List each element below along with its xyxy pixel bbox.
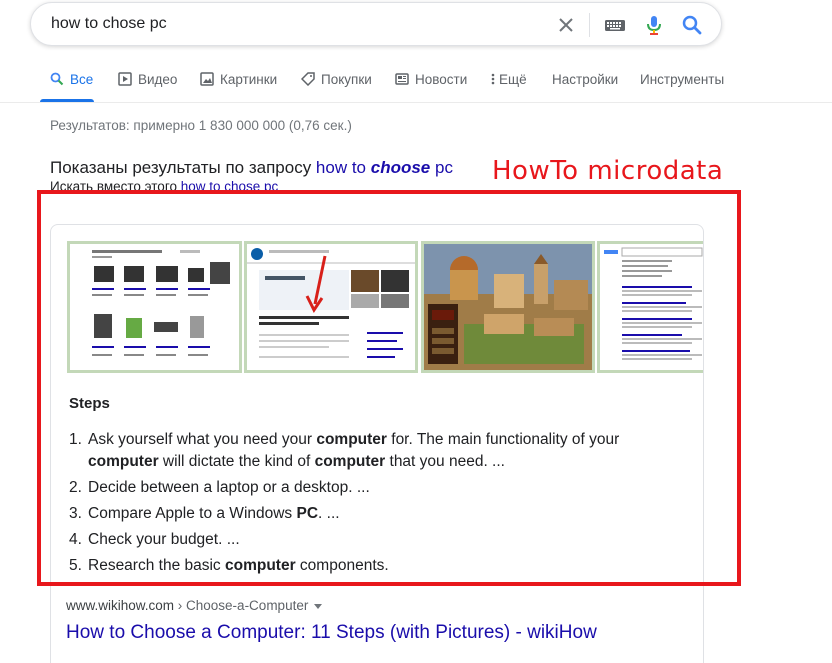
video-icon [118,72,132,86]
search-results-page: how to chose pc Все Видео Картинки Покуп… [0,0,832,663]
tab-label: Инструменты [640,72,725,87]
search-icon[interactable] [681,14,703,36]
tab-images[interactable]: Картинки [200,66,277,102]
corrected-query-part: how to [315,158,371,177]
steps-heading: Steps [69,395,110,412]
result-url[interactable]: www.wikihow.com › Choose-a-Computer [66,598,323,613]
search-box[interactable]: how to chose pc [30,2,722,46]
spell-correction: Показаны результаты по запросу how to ch… [50,158,453,178]
tab-settings[interactable]: Настройки [552,66,618,102]
tab-label: Покупки [321,72,372,87]
step-item: 4. Check your budget. ... [69,529,679,551]
news-icon [395,72,409,86]
microphone-icon[interactable] [643,14,665,36]
tab-news[interactable]: Новости [395,66,467,102]
tab-tools[interactable]: Инструменты [640,66,724,102]
result-domain: www.wikihow.com [66,598,175,613]
corrected-query-part: pc [430,158,453,177]
chevron-down-icon[interactable] [314,603,323,609]
step-text: components. [295,557,389,574]
keyboard-icon[interactable] [603,14,627,36]
step-number: 1. [69,431,82,448]
step-text: Research the basic [88,557,225,574]
step-number: 4. [69,531,82,548]
step-text: Ask yourself what you need your [88,431,317,448]
tab-video[interactable]: Видео [118,66,177,102]
clear-icon[interactable] [555,14,577,36]
step-keyword: PC [296,505,319,522]
image-icon [200,72,214,86]
search-instead: Искать вместо этого how to chose pc [50,179,278,191]
step-text: . ... [318,505,340,522]
steps-list: 1. Ask yourself what you need your comput… [69,429,679,581]
step-item: 5. Research the basic computer components… [69,555,679,577]
thumbnail-image[interactable] [244,241,418,373]
step-item: 2. Decide between a laptop or a desktop. … [69,477,679,499]
image-carousel [67,241,703,375]
original-query-link[interactable]: how to chose pc [181,179,279,191]
tab-label: Ещё [499,72,527,87]
step-item: 1. Ask yourself what you need your comput… [69,429,679,473]
step-keyword: computer [316,431,387,448]
showing-prefix: Показаны результаты по запросу [50,158,316,177]
step-item: 3. Compare Apple to a Windows PC. ... [69,503,679,525]
step-text: Decide between a laptop or a desktop. ..… [88,479,370,496]
step-text: that you need. ... [385,453,505,470]
instead-prefix: Искать вместо этого [50,179,181,191]
annotation-label: HowTo microdata [492,156,724,186]
more-vert-icon [490,72,496,86]
thumbnail-image[interactable] [67,241,242,373]
search-input[interactable]: how to chose pc [51,15,167,33]
result-stats: Результатов: примерно 1 830 000 000 (0,7… [50,118,352,133]
tab-label: Новости [415,72,468,87]
tab-more[interactable]: Ещё [490,66,527,102]
step-text: Check your budget. ... [88,531,240,548]
tabs-divider [0,102,832,103]
step-text: for. The main functionality of your [386,431,620,448]
corrected-word: choose [370,158,431,177]
thumbnail-image[interactable] [421,241,595,373]
tab-label: Все [70,72,94,87]
tab-all[interactable]: Все [40,66,94,102]
step-keyword: computer [88,453,159,470]
tab-shopping[interactable]: Покупки [300,66,372,102]
step-text: Compare Apple to a Windows [88,505,297,522]
tab-label: Картинки [220,72,278,87]
step-keyword: computer [314,453,386,470]
tab-label: Видео [138,72,178,87]
result-breadcrumb: › Choose-a-Computer [174,598,309,613]
tag-icon [300,72,315,87]
search-icon [50,72,64,86]
tab-label: Настройки [552,72,619,87]
result-title-link[interactable]: How to Choose a Computer: 11 Steps (with… [66,622,597,644]
corrected-query-link[interactable]: how to choose pc [316,158,453,177]
step-keyword: computer [225,557,296,574]
step-number: 3. [69,505,82,522]
step-text: will dictate the kind of [158,453,315,470]
step-number: 5. [69,557,82,574]
thumbnail-image[interactable] [597,241,703,373]
step-number: 2. [69,479,82,496]
search-box-divider [589,13,590,37]
